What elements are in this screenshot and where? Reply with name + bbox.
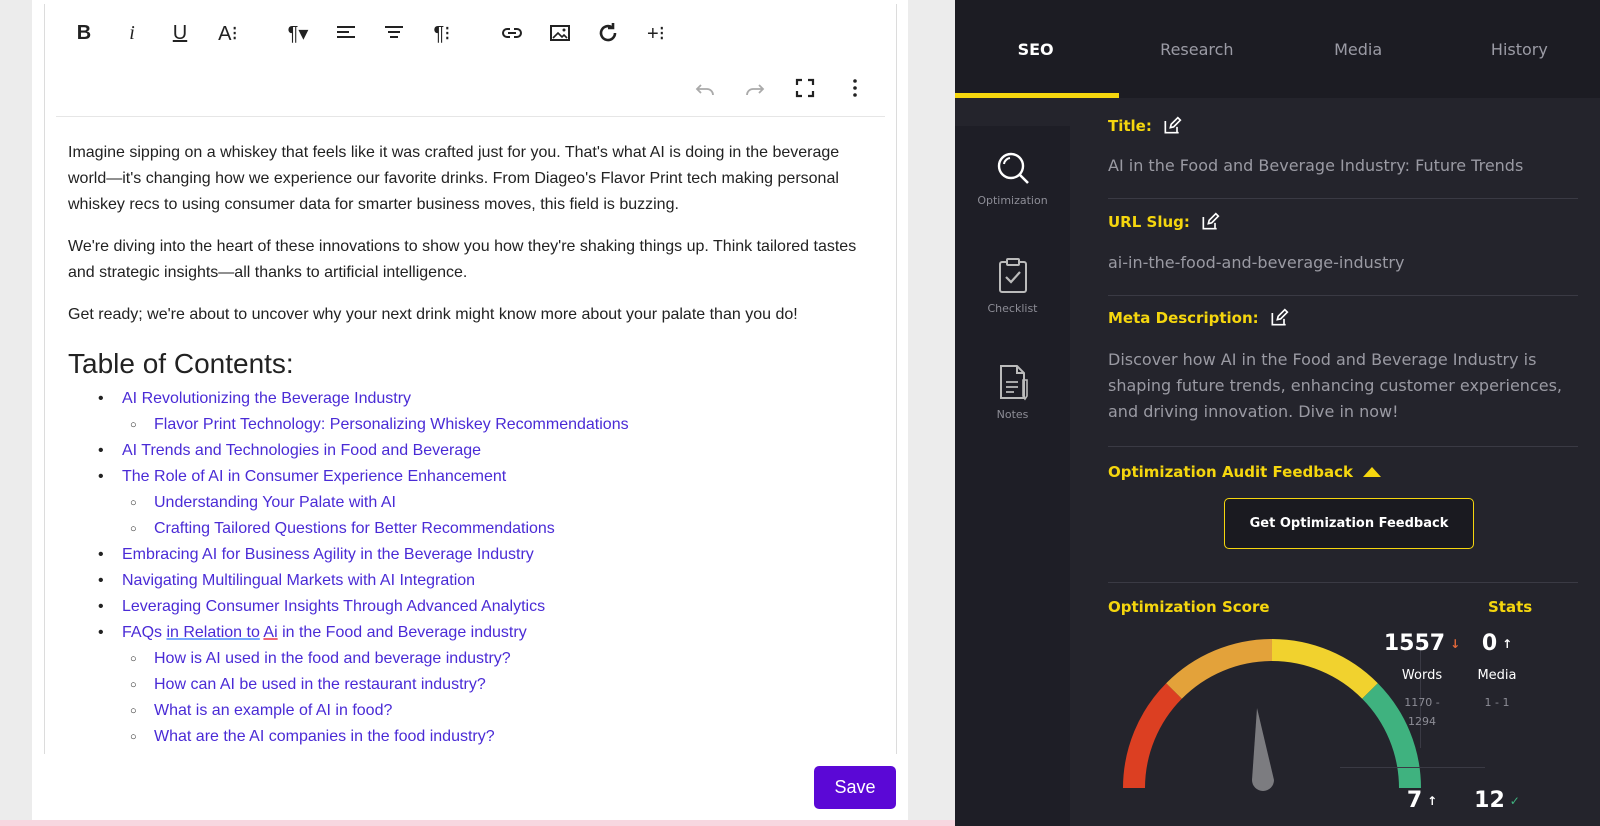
toc-list: AI Revolutionizing the Beverage Industry… — [68, 386, 878, 750]
tab-research[interactable]: Research — [1116, 0, 1277, 98]
toc-link[interactable]: AI Trends and Technologies in Food and B… — [68, 438, 878, 464]
stat-3: 7 ↑ — [1406, 788, 1438, 813]
trend-up-icon: ↑ — [1502, 636, 1513, 651]
meta-description-value: Discover how AI in the Food and Beverage… — [1108, 350, 1562, 421]
toc-heading: Table of Contents: — [68, 348, 294, 379]
paragraph-format-icon[interactable]: ¶▾ — [274, 14, 322, 52]
insert-more-icon[interactable]: +⁝ — [632, 14, 680, 52]
stat-media: 0 ↑ Media 1 - 1 — [1477, 631, 1517, 709]
tab-media[interactable]: Media — [1278, 0, 1439, 98]
caret-up-icon — [1362, 467, 1381, 477]
tab-seo[interactable]: SEO — [955, 0, 1120, 98]
side-nav: Optimization Checklist Notes — [955, 98, 1070, 826]
get-feedback-button[interactable]: Get Optimization Feedback — [1224, 498, 1474, 549]
check-icon: ✓ — [1509, 793, 1520, 808]
toc-link-faqs[interactable]: FAQs in Relation to Ai in the Food and B… — [68, 620, 878, 646]
title-value: AI in the Food and Beverage Industry: Fu… — [1108, 156, 1524, 175]
optimization-score-label: Optimization Score — [1108, 598, 1270, 616]
paragraph: We're diving into the heart of these inn… — [68, 238, 857, 281]
meta-description-label: Meta Description: — [1108, 308, 1289, 328]
italic-icon[interactable]: i — [108, 14, 156, 52]
tab-history[interactable]: History — [1439, 0, 1600, 98]
side-nav-optimization[interactable]: Optimization — [955, 148, 1070, 207]
score-gauge — [1123, 639, 1421, 791]
gauge-needle — [1252, 708, 1274, 791]
text-size-icon[interactable]: A⁝ — [204, 14, 252, 52]
undo-icon[interactable] — [680, 70, 730, 106]
optimization-pane: Title: AI in the Food and Beverage Indus… — [1070, 98, 1600, 826]
stat-4: 12 ✓ — [1474, 788, 1520, 813]
audit-feedback-toggle[interactable]: Optimization Audit Feedback — [1108, 463, 1381, 481]
editor-toolbar-secondary — [680, 70, 880, 106]
seo-panel: SEO Research Media History Optimization … — [955, 0, 1600, 826]
search-icon — [997, 152, 1029, 184]
url-slug-value: ai-in-the-food-and-beverage-industry — [1108, 253, 1405, 272]
link-icon[interactable] — [488, 14, 536, 52]
paragraph: Imagine sipping on a whiskey that feels … — [68, 144, 840, 213]
paragraph-options-icon[interactable]: ¶⁝ — [418, 14, 466, 52]
toolbar-divider — [56, 116, 885, 117]
stats-label: Stats — [1488, 598, 1533, 616]
align-center-icon[interactable] — [370, 14, 418, 52]
redo-refresh-icon[interactable] — [584, 14, 632, 52]
side-nav-label: Notes — [996, 408, 1029, 421]
toc-link[interactable]: Embracing AI for Business Agility in the… — [68, 542, 878, 568]
trend-up-icon: ↑ — [1427, 793, 1438, 808]
toc-link[interactable]: What is an example of AI in food? — [68, 698, 878, 724]
stat-words: 1557 ↓ Words 1170 -1294 — [1383, 631, 1461, 728]
toc-link[interactable]: AI Revolutionizing the Beverage Industry — [68, 386, 878, 412]
toc-link[interactable]: Understanding Your Palate with AI — [68, 490, 878, 516]
toc-link[interactable]: Flavor Print Technology: Personalizing W… — [68, 412, 878, 438]
toc-link[interactable]: How is AI used in the food and beverage … — [68, 646, 878, 672]
bottom-strip — [0, 820, 955, 826]
toc-link[interactable]: What are the AI companies in the food in… — [68, 724, 878, 750]
side-nav-checklist[interactable]: Checklist — [955, 256, 1070, 315]
edit-icon[interactable] — [1162, 116, 1182, 136]
fullscreen-icon[interactable] — [780, 70, 830, 106]
paragraph: Get ready; we're about to uncover why yo… — [68, 306, 798, 323]
gauge-segment-yellow — [1271, 639, 1378, 699]
toc-link[interactable]: Navigating Multilingual Markets with AI … — [68, 568, 878, 594]
notes-icon — [999, 365, 1028, 401]
clipboard-check-icon — [998, 258, 1027, 293]
toc-link[interactable]: Leveraging Consumer Insights Through Adv… — [68, 594, 878, 620]
editor-toolbar: B i U A⁝ ¶▾ ¶⁝ +⁝ — [60, 14, 680, 52]
image-icon[interactable] — [536, 14, 584, 52]
toc-link[interactable]: The Role of AI in Consumer Experience En… — [68, 464, 878, 490]
save-button[interactable]: Save — [814, 766, 896, 809]
redo-icon[interactable] — [730, 70, 780, 106]
edit-icon[interactable] — [1269, 308, 1289, 328]
toc-link[interactable]: Crafting Tailored Questions for Better R… — [68, 516, 878, 542]
side-nav-label: Optimization — [977, 194, 1048, 207]
align-left-icon[interactable] — [322, 14, 370, 52]
side-nav-notes[interactable]: Notes — [955, 362, 1070, 421]
toc-link[interactable]: How can AI be used in the restaurant ind… — [68, 672, 878, 698]
underline-icon[interactable]: U — [156, 14, 204, 52]
bold-icon[interactable]: B — [60, 14, 108, 52]
url-slug-label: URL Slug: — [1108, 212, 1220, 232]
panel-tabs: SEO Research Media History — [955, 0, 1600, 98]
side-nav-label: Checklist — [987, 302, 1038, 315]
title-label: Title: — [1108, 116, 1182, 136]
gauge-segment-red — [1123, 683, 1183, 789]
gauge-segment-orange — [1166, 639, 1273, 699]
edit-icon[interactable] — [1200, 212, 1220, 232]
more-options-icon[interactable] — [830, 70, 880, 106]
editor-content[interactable]: Imagine sipping on a whiskey that feels … — [68, 140, 878, 750]
